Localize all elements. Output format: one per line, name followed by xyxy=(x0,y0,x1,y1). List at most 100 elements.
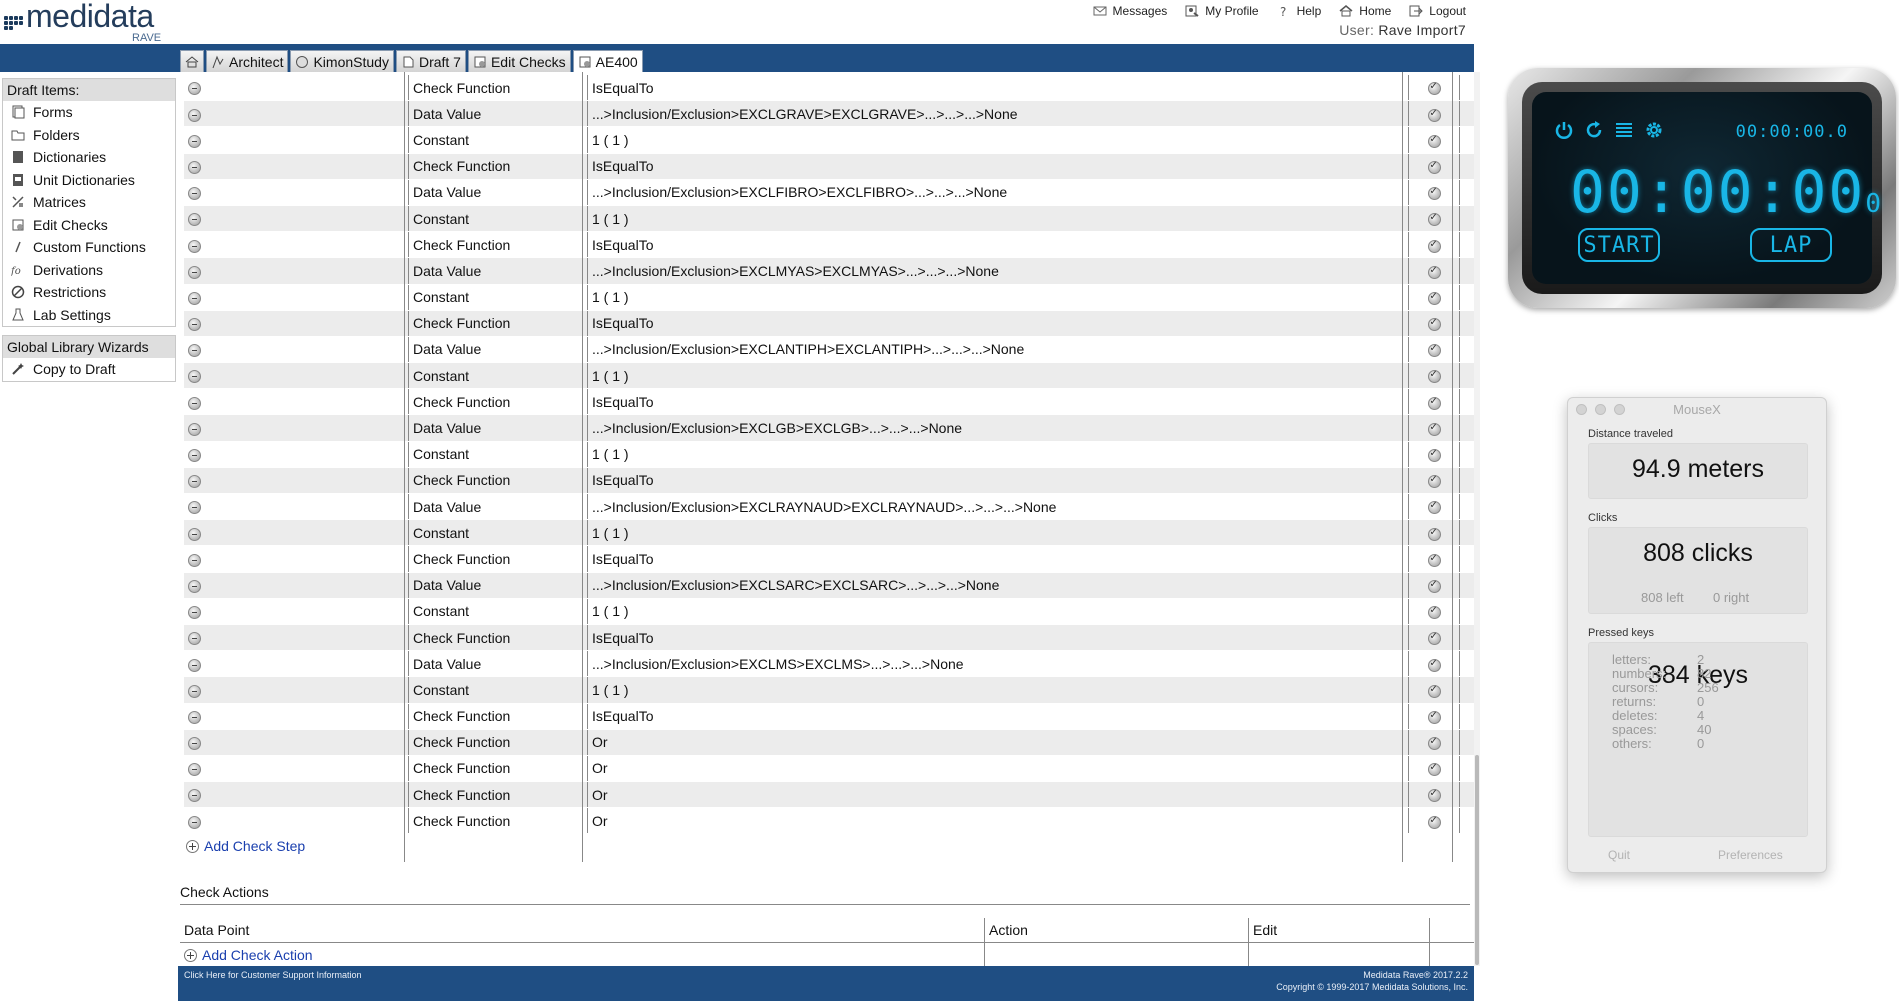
remove-step-icon[interactable] xyxy=(188,108,201,122)
sidebar-item-folders[interactable]: Folders xyxy=(3,124,175,147)
power-icon[interactable] xyxy=(1554,120,1574,140)
remove-step-icon[interactable] xyxy=(188,737,201,751)
edit-step-icon[interactable] xyxy=(1427,736,1441,751)
column-divider xyxy=(1402,72,1403,862)
edit-step-icon[interactable] xyxy=(1427,658,1441,672)
edit-step-icon[interactable] xyxy=(1427,527,1441,541)
remove-step-icon[interactable] xyxy=(188,632,201,646)
sidebar-item-unit-dictionaries[interactable]: Unit Dictionaries xyxy=(3,169,175,192)
add-check-action-link[interactable]: Add Check Action xyxy=(184,947,980,963)
edit-step-icon[interactable] xyxy=(1427,500,1441,515)
matrix-icon xyxy=(12,196,24,208)
edit-step-icon[interactable] xyxy=(1427,815,1441,829)
edit-step-icon[interactable] xyxy=(1427,448,1441,463)
remove-step-icon[interactable] xyxy=(188,527,201,541)
sidebar-item-dictionaries[interactable]: Dictionaries xyxy=(3,146,175,169)
messages-link[interactable]: Messages xyxy=(1093,4,1167,18)
remove-step-icon[interactable] xyxy=(188,449,201,463)
scrollbar-thumb[interactable] xyxy=(1475,755,1479,965)
edit-step-icon[interactable] xyxy=(1427,396,1441,410)
edit-step-icon[interactable] xyxy=(1427,186,1441,201)
remove-step-icon[interactable] xyxy=(188,239,201,253)
sidebar-item-derivations[interactable]: fo Derivations xyxy=(3,259,175,282)
preferences-button[interactable]: Preferences xyxy=(1718,848,1783,862)
edit-step-icon[interactable] xyxy=(1427,788,1441,803)
tab-edit-checks[interactable]: Edit Checks xyxy=(467,50,571,72)
sidebar-item-forms[interactable]: Forms xyxy=(3,101,175,124)
sidebar-item-lab-settings[interactable]: Lab Settings xyxy=(3,304,175,327)
empty-cell xyxy=(1248,942,1430,967)
tab-kimonstudy[interactable]: KimonStudy xyxy=(290,50,394,72)
footer-copyright: Copyright © 1999-2017 Medidata Solutions… xyxy=(1276,982,1468,992)
remove-step-icon[interactable] xyxy=(188,422,201,436)
remove-step-icon[interactable] xyxy=(188,475,201,489)
step-value: 1 ( 1 ) xyxy=(587,126,1409,154)
check-step-row: Data Value ...>Inclusion/Exclusion>EXCLSA… xyxy=(184,572,1480,599)
edit-step-icon[interactable] xyxy=(1427,108,1441,122)
logout-link[interactable]: Logout xyxy=(1409,4,1466,18)
remove-step-icon[interactable] xyxy=(188,370,201,384)
remove-step-icon[interactable] xyxy=(188,789,201,803)
tab-draft[interactable]: Draft 7 xyxy=(395,50,466,72)
sidebar-item-matrices[interactable]: Matrices xyxy=(3,191,175,214)
remove-step-icon[interactable] xyxy=(188,318,201,332)
edit-step-icon[interactable] xyxy=(1427,160,1441,174)
customer-support-link[interactable]: Click Here for Customer Support Informat… xyxy=(184,970,362,980)
my-profile-link[interactable]: My Profile xyxy=(1185,4,1259,18)
quit-button[interactable]: Quit xyxy=(1608,848,1630,862)
remove-step-icon[interactable] xyxy=(188,763,201,777)
reset-icon[interactable] xyxy=(1584,120,1604,140)
edit-step-icon[interactable] xyxy=(1427,579,1441,593)
edit-step-icon[interactable] xyxy=(1427,291,1441,305)
remove-step-icon[interactable] xyxy=(188,606,201,620)
tab-ae400[interactable]: AE400 xyxy=(572,50,643,72)
add-check-step-link[interactable]: Add Check Step xyxy=(186,838,305,854)
edit-step-icon[interactable] xyxy=(1427,553,1441,567)
remove-step-icon[interactable] xyxy=(188,501,201,515)
list-icon[interactable] xyxy=(1614,120,1634,140)
edit-step-icon[interactable] xyxy=(1427,605,1441,620)
remove-step-icon[interactable] xyxy=(188,658,201,672)
remove-step-icon[interactable] xyxy=(188,396,201,410)
edit-step-icon[interactable] xyxy=(1427,631,1441,646)
remove-step-icon[interactable] xyxy=(188,134,201,148)
tab-architect[interactable]: Architect xyxy=(206,50,289,72)
help-link[interactable]: ? Help xyxy=(1277,4,1322,18)
edit-step-icon[interactable] xyxy=(1427,134,1441,148)
lap-button[interactable]: LAP xyxy=(1750,228,1832,262)
remove-step-icon[interactable] xyxy=(188,344,201,358)
settings-icon[interactable] xyxy=(1644,120,1664,140)
tab-home[interactable] xyxy=(180,50,204,72)
check-step-row: Check Function IsEqualTo xyxy=(184,310,1480,337)
edit-step-icon[interactable] xyxy=(1427,343,1441,358)
edit-step-icon[interactable] xyxy=(1427,265,1441,279)
remove-step-icon[interactable] xyxy=(188,160,201,174)
sidebar-item-restrictions[interactable]: Restrictions xyxy=(3,281,175,304)
step-type: Data Value xyxy=(408,179,588,206)
remove-step-icon[interactable] xyxy=(188,684,201,698)
remove-step-icon[interactable] xyxy=(188,213,201,227)
remove-step-icon[interactable] xyxy=(188,291,201,305)
edit-step-icon[interactable] xyxy=(1427,369,1441,384)
remove-step-icon[interactable] xyxy=(188,187,201,201)
edit-step-icon[interactable] xyxy=(1427,81,1441,96)
remove-step-icon[interactable] xyxy=(188,553,201,567)
home-link[interactable]: Home xyxy=(1339,4,1391,18)
edit-step-icon[interactable] xyxy=(1427,212,1441,227)
edit-step-icon[interactable] xyxy=(1427,317,1441,332)
sidebar-item-copy-to-draft[interactable]: Copy to Draft xyxy=(3,358,175,381)
remove-step-icon[interactable] xyxy=(188,265,201,279)
sidebar-item-edit-checks[interactable]: Edit Checks xyxy=(3,214,175,237)
edit-step-icon[interactable] xyxy=(1427,710,1441,724)
edit-step-icon[interactable] xyxy=(1427,422,1441,436)
edit-step-icon[interactable] xyxy=(1427,474,1441,489)
start-button[interactable]: START xyxy=(1578,228,1660,262)
remove-step-icon[interactable] xyxy=(188,82,201,96)
remove-step-icon[interactable] xyxy=(188,579,201,593)
edit-step-icon[interactable] xyxy=(1427,684,1441,698)
sidebar-item-custom-functions[interactable]: Custom Functions xyxy=(3,236,175,259)
remove-step-icon[interactable] xyxy=(188,815,201,829)
edit-step-icon[interactable] xyxy=(1427,239,1441,253)
remove-step-icon[interactable] xyxy=(188,710,201,724)
edit-step-icon[interactable] xyxy=(1427,762,1441,777)
